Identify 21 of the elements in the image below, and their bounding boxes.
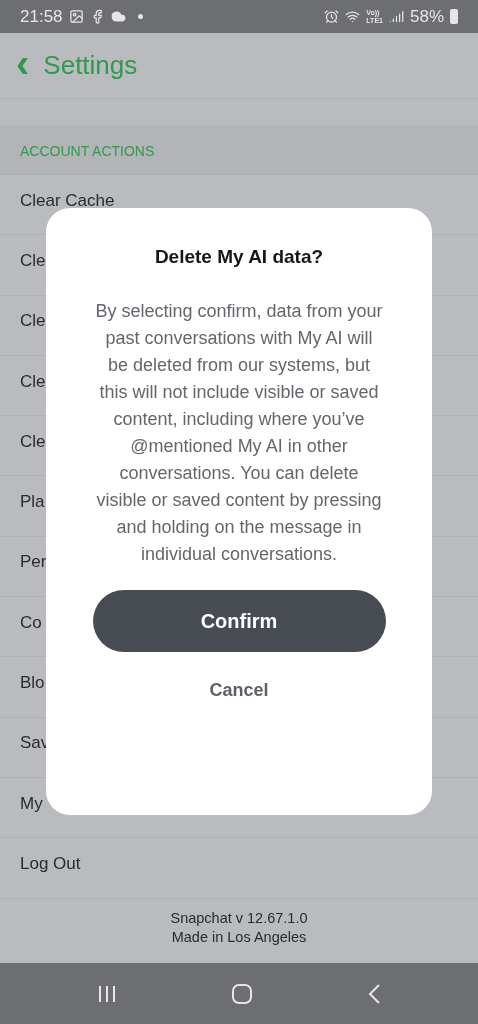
battery-percent: 58%	[409, 6, 444, 27]
recent-apps-icon[interactable]	[97, 983, 117, 1004]
dialog-message: By selecting confirm, data from your past conversations with My AI will be deleted from our systems, but this will not include visible or saved content, including where you’ve @mentioned My AI in other conversations. You can delete visible or saved content by pressing and holding on the message in individual conversations.	[94, 300, 384, 566]
version-text: Snapchat v 12.67.1.0	[170, 910, 308, 927]
back-icon[interactable]	[367, 982, 381, 1005]
battery-icon	[450, 9, 458, 24]
confirm-button[interactable]: Confirm	[92, 590, 386, 652]
clock-time: 21:58	[20, 6, 63, 27]
dialog-title: Delete My AI data?	[154, 246, 324, 268]
section-title: ACCOUNT ACTIONS	[20, 142, 155, 159]
wifi-icon	[345, 9, 361, 24]
picture-icon	[68, 9, 84, 24]
settings-row[interactable]: Log Out	[0, 838, 478, 899]
dot-icon	[137, 14, 143, 19]
alarm-icon	[324, 9, 340, 24]
made-in-text: Made in Los Angeles	[171, 929, 307, 946]
cloud-icon	[110, 9, 126, 24]
page-title: Settings	[43, 50, 138, 81]
signal-icon	[388, 9, 404, 24]
cancel-button[interactable]: Cancel	[201, 676, 277, 705]
home-icon[interactable]	[231, 982, 253, 1005]
